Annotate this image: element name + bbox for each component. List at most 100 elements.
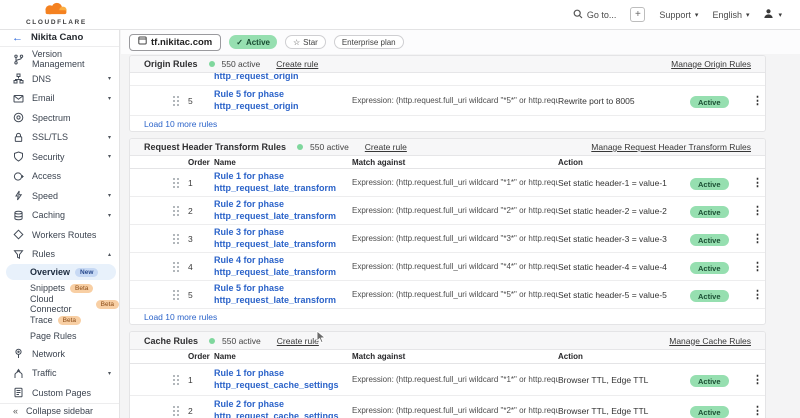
- branch-icon: [13, 54, 24, 65]
- sidebar-item-custom-pages[interactable]: Custom Pages: [0, 383, 119, 403]
- rule-name-link[interactable]: Rule 2 for phase http_request_late_trans…: [214, 199, 352, 222]
- drag-handle-icon[interactable]: [172, 233, 188, 245]
- cloudflare-dashboard: CLOUDFLARE Go to... + Support ▾ English: [0, 0, 800, 418]
- sidebar-item-dns[interactable]: DNS ▾: [0, 69, 119, 89]
- column-match: Match against: [352, 158, 558, 167]
- chevron-down-icon: ▾: [108, 212, 111, 219]
- plan-badge: Enterprise plan: [334, 35, 404, 49]
- drag-handle-icon[interactable]: [172, 205, 188, 217]
- kebab-menu-icon[interactable]: ⋮: [742, 404, 765, 417]
- sidebar-item-caching[interactable]: Caching ▾: [0, 206, 119, 226]
- drag-handle-icon[interactable]: [172, 177, 188, 189]
- kebab-menu-icon[interactable]: ⋮: [742, 232, 765, 245]
- cloudflare-logo[interactable]: CLOUDFLARE: [26, 2, 87, 27]
- chevron-down-icon: ▾: [108, 370, 111, 377]
- new-badge: New: [75, 268, 98, 277]
- column-action: Action: [558, 158, 690, 167]
- table-row: 2 Rule 2 for phase http_request_cache_se…: [130, 396, 765, 418]
- top-navigation-bar: CLOUDFLARE Go to... + Support ▾ English: [0, 0, 800, 30]
- manage-rules-link[interactable]: Manage Cache Rules: [669, 336, 751, 346]
- domain-selector[interactable]: tf.nikitac.com: [129, 34, 221, 51]
- sidebar-item-speed[interactable]: Speed ▾: [0, 186, 119, 206]
- rule-action: Rewrite port to 8005: [558, 96, 690, 106]
- load-more-link[interactable]: Load 10 more rules: [130, 309, 765, 324]
- back-arrow-icon[interactable]: ←: [12, 32, 23, 44]
- load-more-link[interactable]: Load 10 more rules: [130, 116, 765, 131]
- site-icon: [138, 36, 147, 48]
- sidebar-item-security[interactable]: Security ▾: [0, 147, 119, 167]
- sidebar-nav: Version Management DNS ▾ Em: [0, 47, 119, 403]
- kebab-menu-icon[interactable]: ⋮: [742, 176, 765, 189]
- check-icon: ✓: [236, 38, 243, 47]
- drag-handle-icon[interactable]: [172, 261, 188, 273]
- chevron-down-icon: ▾: [108, 134, 111, 141]
- sidebar-item-trace[interactable]: Trace Beta: [0, 312, 119, 328]
- drag-handle-icon[interactable]: [172, 374, 188, 386]
- rht-rules-header: Request Header Transform Rules 550 activ…: [130, 139, 765, 156]
- kebab-menu-icon[interactable]: ⋮: [742, 373, 765, 386]
- manage-rules-link[interactable]: Manage Request Header Transform Rules: [591, 142, 751, 152]
- rule-name-link[interactable]: Rule 2 for phase http_request_cache_sett…: [214, 399, 352, 418]
- drag-handle-icon[interactable]: [172, 289, 188, 301]
- kebab-menu-icon[interactable]: ⋮: [742, 260, 765, 273]
- add-site-button[interactable]: +: [630, 7, 645, 22]
- active-dot: [209, 338, 215, 344]
- rule-name-link[interactable]: http_request_origin: [214, 73, 299, 83]
- table-header-row: Order Name Match against Action: [130, 156, 765, 169]
- cache-rules-section: Cache Rules 550 active Create rule Manag…: [129, 331, 766, 418]
- sidebar-item-spectrum[interactable]: Spectrum: [0, 108, 119, 128]
- sidebar-item-workers-routes[interactable]: Workers Routes: [0, 225, 119, 245]
- spectrum-icon: [13, 112, 24, 123]
- language-menu[interactable]: English ▾: [712, 10, 749, 20]
- shield-icon: [13, 151, 24, 162]
- rule-expression: Expression: (http.request.full_uri wildc…: [352, 178, 558, 187]
- sidebar-item-page-rules[interactable]: Page Rules: [0, 328, 119, 344]
- rule-expression: Expression: (http.request.full_uri wildc…: [352, 206, 558, 215]
- sidebar-item-email[interactable]: Email ▾: [0, 89, 119, 109]
- account-menu[interactable]: ▾: [763, 8, 782, 21]
- drag-handle-icon[interactable]: [172, 405, 188, 417]
- sidebar-item-ssl-tls[interactable]: SSL/TLS ▾: [0, 128, 119, 148]
- sidebar-item-access[interactable]: Access: [0, 167, 119, 187]
- active-count: 550 active: [310, 142, 349, 152]
- sidebar-item-cloud-connector[interactable]: Cloud Connector Beta: [0, 296, 119, 312]
- sidebar-item-overview[interactable]: Overview New: [6, 264, 116, 280]
- rule-name-link[interactable]: Rule 5 for phase http_request_origin: [214, 89, 352, 112]
- sidebar-item-network[interactable]: Network: [0, 344, 119, 364]
- create-rule-link[interactable]: Create rule: [276, 59, 318, 69]
- traffic-icon: [13, 368, 24, 379]
- sidebar: ← Nikita Cano Version Management: [0, 30, 120, 418]
- go-to-search[interactable]: Go to...: [573, 9, 617, 21]
- request-header-transform-rules-section: Request Header Transform Rules 550 activ…: [129, 138, 766, 325]
- sidebar-item-rules[interactable]: Rules ▴: [0, 245, 119, 265]
- drag-handle-icon[interactable]: [172, 95, 188, 107]
- star-button[interactable]: ☆ Star: [285, 35, 326, 49]
- rule-action: Set static header-1 = value-1: [558, 178, 690, 188]
- chevron-down-icon: ▾: [108, 192, 111, 199]
- sidebar-item-traffic[interactable]: Traffic ▾: [0, 364, 119, 384]
- create-rule-link[interactable]: Create rule: [365, 142, 407, 152]
- account-name[interactable]: Nikita Cano: [31, 32, 83, 43]
- support-menu[interactable]: Support ▾: [659, 10, 698, 20]
- rule-name-link[interactable]: Rule 4 for phase http_request_late_trans…: [214, 255, 352, 278]
- sidebar-item-version-management[interactable]: Version Management: [0, 50, 119, 70]
- rule-name-link[interactable]: Rule 1 for phase http_request_late_trans…: [214, 171, 352, 194]
- rule-name-link[interactable]: Rule 5 for phase http_request_late_trans…: [214, 283, 352, 306]
- status-badge: Active: [690, 406, 729, 418]
- lock-icon: [13, 132, 24, 143]
- collapse-sidebar-button[interactable]: « Collapse sidebar: [0, 403, 119, 418]
- rule-action: Set static header-3 = value-3: [558, 234, 690, 244]
- dns-icon: [13, 73, 24, 84]
- envelope-icon: [13, 93, 24, 104]
- rule-order: 1: [188, 178, 214, 188]
- kebab-menu-icon[interactable]: ⋮: [742, 94, 765, 107]
- beta-badge: Beta: [58, 316, 81, 325]
- create-rule-link[interactable]: Create rule: [277, 336, 319, 346]
- rule-order: 2: [188, 206, 214, 216]
- kebab-menu-icon[interactable]: ⋮: [742, 204, 765, 217]
- kebab-menu-icon[interactable]: ⋮: [742, 288, 765, 301]
- manage-rules-link[interactable]: Manage Origin Rules: [671, 59, 751, 69]
- column-order: Order: [188, 158, 214, 167]
- rule-name-link[interactable]: Rule 3 for phase http_request_late_trans…: [214, 227, 352, 250]
- rule-name-link[interactable]: Rule 1 for phase http_request_cache_sett…: [214, 368, 352, 391]
